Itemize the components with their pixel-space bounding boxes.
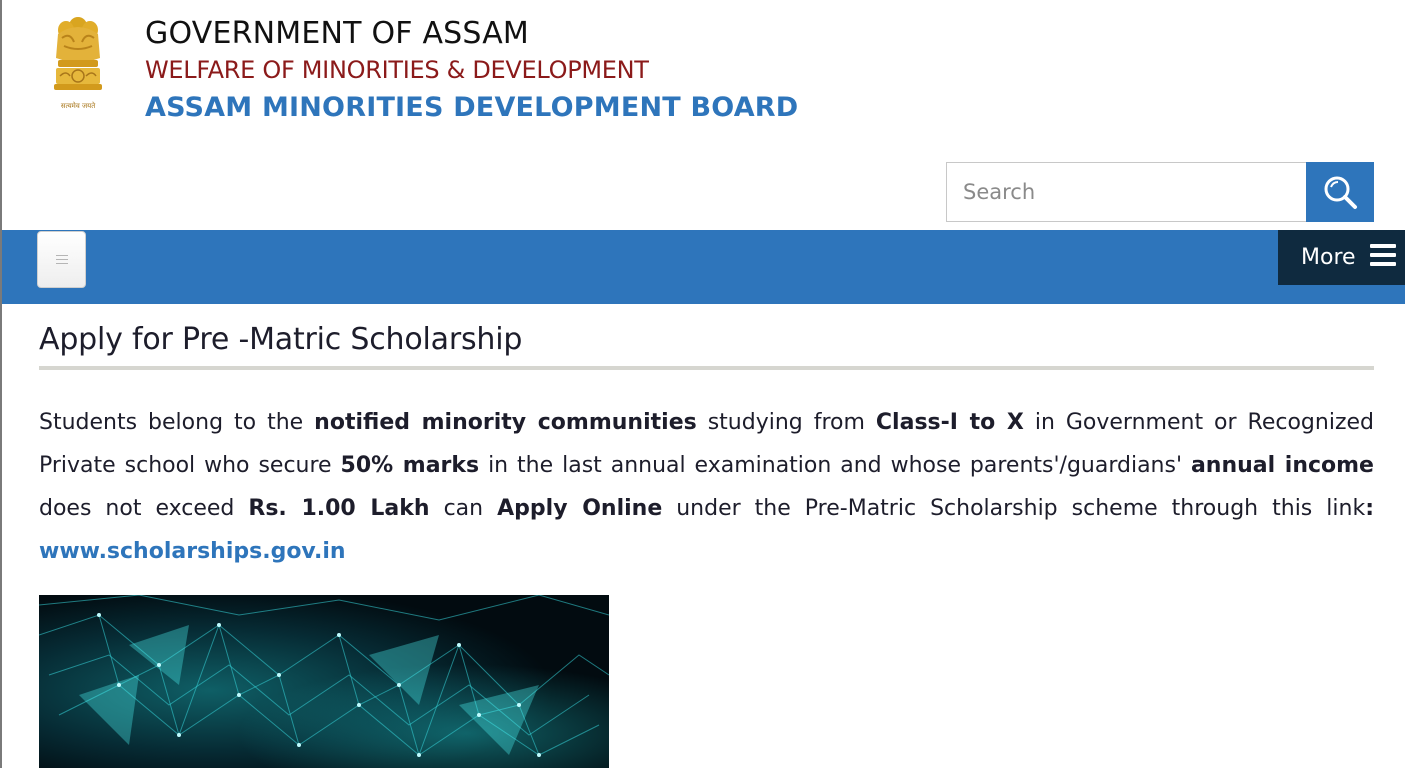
board-title[interactable]: ASSAM MINORITIES DEVELOPMENT BOARD <box>145 86 798 130</box>
bold-segment: annual income <box>1190 453 1374 478</box>
search-button[interactable] <box>1306 162 1374 222</box>
menu-toggle-button[interactable] <box>37 231 86 288</box>
more-label: More <box>1301 245 1356 270</box>
network-graphic <box>39 595 609 768</box>
department-title: WELFARE OF MINORITIES & DEVELOPMENT <box>145 56 649 84</box>
bold-segment: Rs. 1.00 Lakh <box>248 496 430 521</box>
main-nav-bar: More <box>2 230 1405 304</box>
national-emblem-icon[interactable]: सत्यमेव जयते <box>46 12 110 116</box>
bold-segment: Apply Online <box>497 496 663 521</box>
text-segment: can <box>429 496 498 521</box>
text-segment: Students belong to the <box>39 410 315 435</box>
emblem-graphic: सत्यमेव जयते <box>54 17 102 110</box>
page: सत्यमेव जयते GOVERNMENT OF ASSAM WELFARE… <box>0 0 1405 768</box>
bold-segment: : <box>1365 496 1374 521</box>
search-icon <box>1324 176 1357 209</box>
scholarship-description: Students belong to the notified minority… <box>39 401 1374 573</box>
bold-segment: Class-I to X <box>875 410 1024 435</box>
site-titles: GOVERNMENT OF ASSAM WELFARE OF MINORITIE… <box>145 14 798 130</box>
network-banner-image <box>39 595 609 768</box>
scholarship-portal-link[interactable]: www.scholarships.gov.in <box>39 539 346 564</box>
government-title: GOVERNMENT OF ASSAM <box>145 16 530 51</box>
bold-segment: notified minority communities <box>314 410 697 435</box>
more-menu-button[interactable]: More <box>1278 230 1405 285</box>
hamburger-icon <box>56 255 68 264</box>
text-segment: does not exceed <box>39 496 249 521</box>
text-segment: studying from <box>696 410 876 435</box>
page-title: Apply for Pre -Matric Scholarship <box>39 322 523 357</box>
text-segment: in the last annual examination and whose… <box>479 453 1191 478</box>
emblem-motto: सत्यमेव जयते <box>61 101 96 110</box>
menu-bars-icon <box>1370 244 1396 268</box>
title-divider <box>39 366 1374 370</box>
bold-segment: 50% marks <box>340 453 480 478</box>
search-input[interactable] <box>946 162 1306 222</box>
text-segment: under the Pre-Matric Scholarship scheme … <box>662 496 1366 521</box>
